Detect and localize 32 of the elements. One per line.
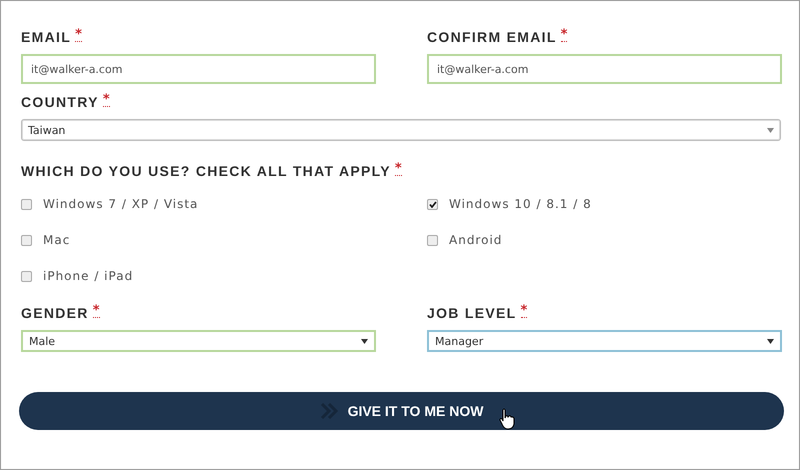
caret-icon: [767, 338, 774, 344]
field-label: CONFIRM EMAIL: [427, 29, 557, 45]
dropdown[interactable]: Taiwan: [21, 119, 781, 141]
input-field[interactable]: it@walker-a.com: [427, 54, 782, 84]
checkbox[interactable]: [21, 234, 32, 246]
checkbox[interactable]: [427, 234, 438, 246]
input-field[interactable]: it@walker-a.com: [21, 54, 376, 84]
field-label: EMAIL: [21, 29, 72, 45]
submit-button[interactable]: GIVE IT TO ME NOW: [19, 392, 784, 430]
required-mark: *: [102, 94, 110, 107]
field-label: JOB LEVEL: [427, 305, 516, 321]
required-mark: *: [92, 305, 100, 318]
checkbox[interactable]: [427, 198, 438, 210]
required-mark: *: [520, 305, 528, 318]
required-mark: *: [75, 29, 82, 42]
checkbox-label: iPhone / iPad: [43, 269, 134, 283]
checkbox[interactable]: [21, 198, 32, 210]
checkbox[interactable]: [21, 270, 32, 282]
field-label: WHICH DO YOU USE? CHECK ALL THAT APPLY: [21, 163, 391, 179]
caret-icon: [767, 128, 774, 132]
caret-icon: [361, 338, 368, 344]
checkbox-label: Android: [449, 233, 502, 247]
field-label: GENDER: [21, 305, 89, 321]
dropdown[interactable]: Manager: [427, 330, 782, 352]
hand-cursor-icon: [499, 408, 515, 430]
required-mark: *: [394, 163, 402, 176]
dropdown[interactable]: Male: [21, 330, 376, 352]
checkbox-label: Windows 10 / 8.1 / 8: [449, 197, 592, 211]
required-mark: *: [560, 29, 568, 42]
checkbox-label: Mac: [43, 233, 70, 247]
field-label: COUNTRY: [21, 94, 99, 110]
checkbox-label: Windows 7 / XP / Vista: [43, 197, 198, 211]
